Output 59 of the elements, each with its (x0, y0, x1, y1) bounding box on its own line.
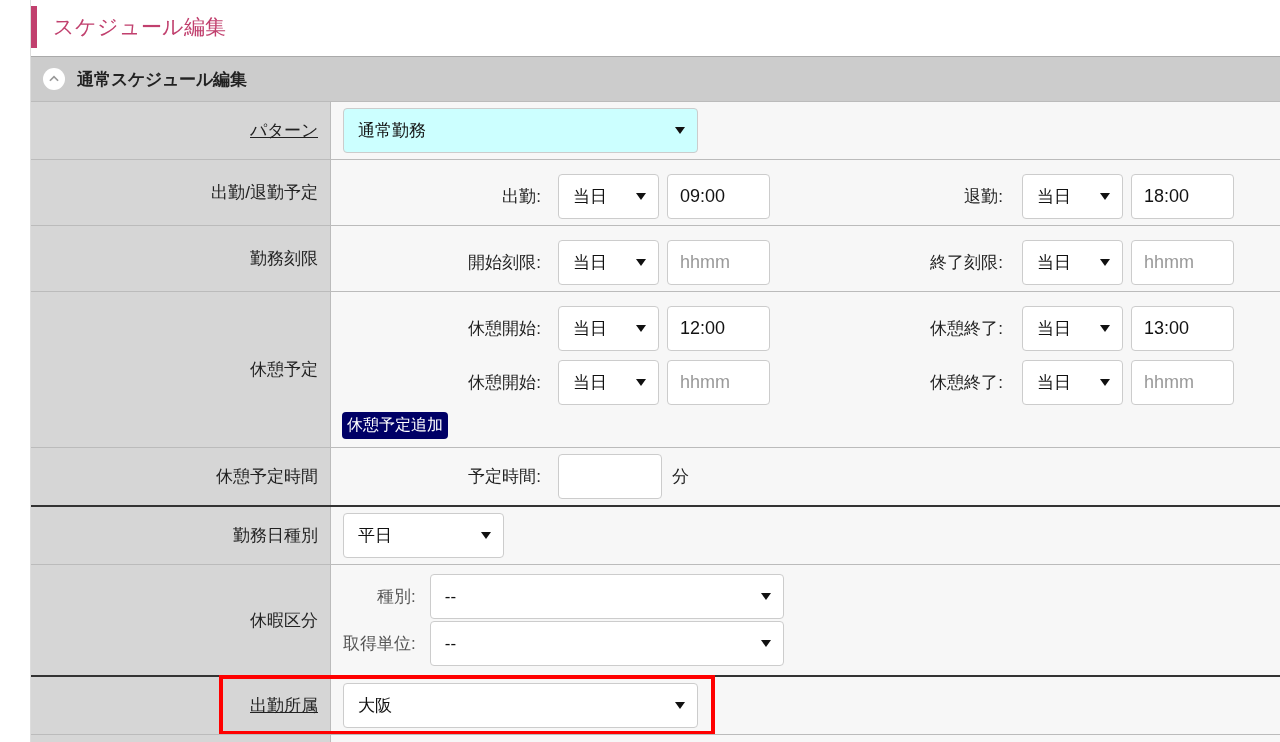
section-title: 通常スケジュール編集 (77, 68, 247, 91)
field-label: 退勤: (963, 186, 1003, 208)
time-input[interactable]: 18:00 (1131, 174, 1234, 219)
caret-icon (636, 193, 646, 200)
dropdown[interactable]: -- (429, 574, 784, 619)
caret-icon (481, 532, 491, 539)
day-dropdown[interactable]: 当日 (558, 174, 659, 219)
caret-icon (760, 593, 771, 600)
field-label: 予定時間: (467, 466, 541, 488)
field-label: 取得単位: (343, 633, 416, 655)
time-input[interactable]: hhmm (667, 240, 770, 285)
caret-icon (1100, 379, 1110, 386)
caret-icon (1100, 193, 1110, 200)
time-input[interactable]: 09:00 (667, 174, 770, 219)
row-label: 勤務刻限 (250, 248, 318, 270)
field-link[interactable]: パターン (250, 119, 318, 142)
collapse-icon[interactable] (43, 68, 65, 90)
day-dropdown[interactable]: 当日 (1022, 360, 1123, 405)
caret-icon (1100, 325, 1110, 332)
caret-icon (1100, 259, 1110, 266)
time-input[interactable]: hhmm (1131, 360, 1234, 405)
day-dropdown[interactable]: 当日 (1022, 174, 1123, 219)
time-input[interactable]: 12:00 (667, 306, 770, 351)
day-dropdown[interactable]: 当日 (1022, 306, 1123, 351)
caret-icon (675, 127, 685, 134)
dropdown[interactable]: 平日 (343, 513, 504, 558)
field-label: 終了刻限: (929, 252, 1003, 274)
page-title: スケジュール編集 (31, 6, 1280, 48)
time-input[interactable]: hhmm (1131, 240, 1234, 285)
day-dropdown[interactable]: 当日 (1022, 240, 1123, 285)
field-label: 開始刻限: (467, 252, 541, 274)
add-break-button[interactable]: 休憩予定追加 (342, 412, 448, 439)
row-label: 休憩予定時間 (216, 466, 318, 488)
dropdown[interactable]: -- (429, 621, 784, 666)
caret-icon (636, 379, 646, 386)
row-label: 休憩予定 (250, 359, 318, 381)
dropdown[interactable]: 大阪 (343, 683, 698, 728)
dropdown[interactable]: 通常勤務 (343, 108, 698, 153)
day-dropdown[interactable]: 当日 (558, 360, 659, 405)
day-dropdown[interactable]: 当日 (558, 240, 659, 285)
field-label: 休憩開始: (467, 318, 541, 340)
row-label: 休暇区分 (250, 609, 318, 632)
row-label: 出勤/退勤予定 (211, 182, 318, 204)
time-input[interactable]: hhmm (667, 360, 770, 405)
caret-icon (636, 325, 646, 332)
row-label: 勤務日種別 (233, 525, 318, 547)
field-label: 休憩開始: (467, 372, 541, 394)
field-label: 種別: (376, 586, 416, 608)
field-label: 休憩終了: (929, 372, 1003, 394)
field-label: 休憩終了: (929, 318, 1003, 340)
day-dropdown[interactable]: 当日 (558, 306, 659, 351)
minutes-input[interactable] (558, 454, 662, 499)
field-label: 出勤: (501, 186, 541, 208)
time-input[interactable]: 13:00 (1131, 306, 1234, 351)
caret-icon (760, 640, 771, 647)
field-link[interactable]: 出勤所属 (250, 694, 318, 717)
caret-icon (636, 259, 646, 266)
unit-label: 分 (672, 466, 689, 488)
caret-icon (675, 702, 685, 709)
